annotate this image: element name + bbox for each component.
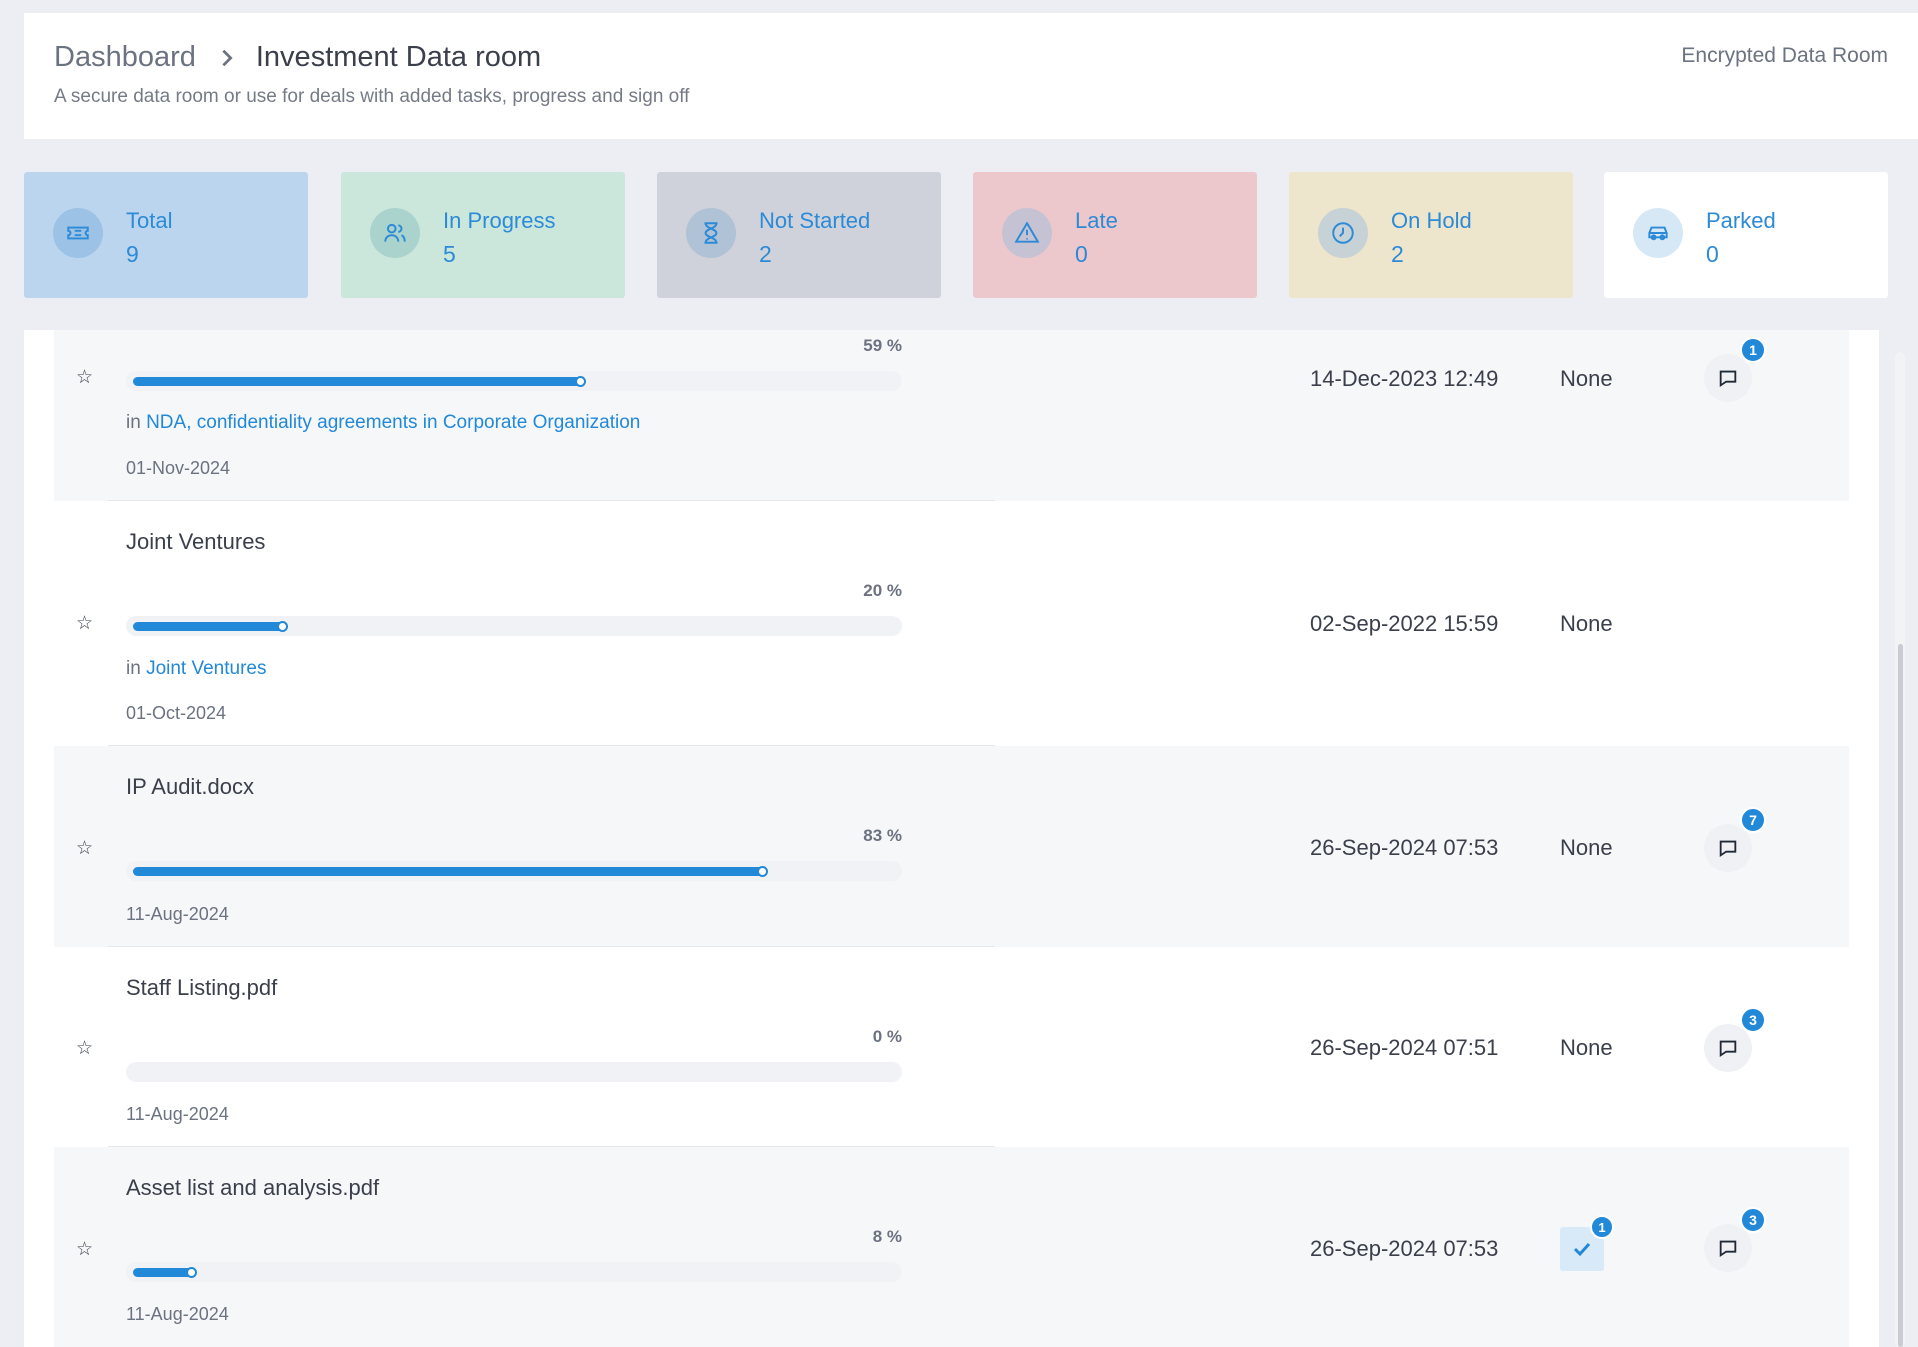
- hourglass-icon: [686, 208, 736, 258]
- stat-card-total[interactable]: Total 9: [24, 172, 308, 298]
- status-value: None: [1560, 366, 1613, 391]
- due-date: 11-Aug-2024: [126, 1104, 229, 1124]
- page-title: Investment Data room: [255, 41, 542, 73]
- approval-count-badge: 1: [1590, 1215, 1614, 1239]
- stat-card-late[interactable]: Late 0: [973, 172, 1257, 298]
- item-title[interactable]: Asset list and analysis.pdf: [126, 1175, 379, 1201]
- comment-icon: [1719, 1040, 1737, 1058]
- approval-button[interactable]: 1: [1560, 1215, 1614, 1271]
- progress-percent: 20 %: [863, 581, 902, 600]
- progress-percent: 59 %: [863, 336, 902, 355]
- page-subtitle: A secure data room or use for deals with…: [54, 86, 690, 107]
- item-title[interactable]: Staff Listing.pdf: [126, 975, 277, 1001]
- location-prefix: in: [126, 658, 141, 679]
- comments-button[interactable]: 3: [1704, 1007, 1766, 1072]
- location-link[interactable]: Joint Ventures: [146, 658, 266, 679]
- comment-icon: [1719, 1240, 1737, 1258]
- breadcrumb-dashboard-link[interactable]: Dashboard: [54, 41, 196, 74]
- users-icon: [370, 208, 420, 258]
- location-prefix: in: [126, 412, 141, 433]
- comment-count-badge: 1: [1740, 337, 1766, 363]
- list-item[interactable]: Staff Listing.pdf ☆ 0 % 11-Aug-2024 26-S…: [54, 947, 1849, 1147]
- progress-bar: [126, 1062, 902, 1082]
- star-icon[interactable]: ☆: [76, 837, 93, 860]
- progress-percent: 8 %: [872, 1227, 902, 1246]
- comments-button[interactable]: 3: [1704, 1207, 1766, 1272]
- stat-value: 0: [1706, 241, 1719, 267]
- comment-count-badge: 3: [1740, 1007, 1766, 1033]
- progress-fill: [133, 1267, 197, 1278]
- progress-bar: [126, 861, 902, 881]
- stat-label: Parked: [1706, 208, 1776, 233]
- document-list: ☆ 59 % in NDA, confidentiality agreement…: [24, 330, 1879, 1347]
- stat-value: 5: [443, 241, 456, 267]
- location-link[interactable]: NDA, confidentiality agreements in Corpo…: [146, 412, 640, 433]
- list-item[interactable]: ☆ 59 % in NDA, confidentiality agreement…: [54, 330, 1849, 501]
- comments-button[interactable]: 1: [1704, 337, 1766, 402]
- ticket-icon: [53, 208, 103, 258]
- page-header: Dashboard Investment Data room A secure …: [24, 13, 1918, 139]
- star-icon[interactable]: ☆: [76, 366, 93, 389]
- clock-icon: [1318, 208, 1368, 258]
- list-item[interactable]: Joint Ventures ☆ 20 % in Joint Ventures …: [54, 501, 1849, 746]
- progress-bar: [126, 371, 902, 391]
- progress-fill: [133, 376, 586, 387]
- stat-value: 2: [1391, 241, 1404, 267]
- progress-percent: 0 %: [872, 1027, 902, 1046]
- location-text: in NDA, confidentiality agreements in Co…: [126, 412, 640, 434]
- scrollbar-thumb[interactable]: [1898, 644, 1903, 1347]
- list-item[interactable]: IP Audit.docx ☆ 83 % 11-Aug-2024 26-Sep-…: [54, 746, 1849, 947]
- modified-date: 26-Sep-2024 07:53: [1310, 1236, 1499, 1261]
- stat-label: Total: [126, 208, 173, 233]
- list-item[interactable]: Asset list and analysis.pdf ☆ 8 % 11-Aug…: [54, 1147, 1849, 1347]
- breadcrumb: Dashboard Investment Data room: [54, 41, 541, 74]
- encrypted-data-room-label: Encrypted Data Room: [1681, 44, 1888, 67]
- status-value: None: [1560, 611, 1613, 636]
- car-icon: [1633, 208, 1683, 258]
- item-title[interactable]: IP Audit.docx: [126, 774, 254, 800]
- chevron-right-icon: [222, 49, 233, 66]
- modified-date: 14-Dec-2023 12:49: [1310, 366, 1499, 391]
- progress-bar: [126, 616, 902, 636]
- status-value: None: [1560, 1035, 1613, 1060]
- star-icon[interactable]: ☆: [76, 1238, 93, 1261]
- comment-count-badge: 7: [1740, 807, 1766, 833]
- stat-label: On Hold: [1391, 208, 1472, 233]
- stat-card-in-progress[interactable]: In Progress 5: [341, 172, 625, 298]
- progress-bar: [126, 1262, 902, 1282]
- stat-card-parked[interactable]: Parked 0: [1604, 172, 1888, 298]
- progress-percent: 83 %: [863, 826, 902, 845]
- due-date: 11-Aug-2024: [126, 904, 229, 924]
- due-date: 11-Aug-2024: [126, 1304, 229, 1324]
- stat-label: Not Started: [759, 208, 871, 233]
- modified-date: 26-Sep-2024 07:53: [1310, 835, 1499, 860]
- due-date: 01-Nov-2024: [126, 458, 231, 478]
- comment-count-badge: 3: [1740, 1207, 1766, 1233]
- star-icon[interactable]: ☆: [76, 612, 93, 635]
- due-date: 01-Oct-2024: [126, 703, 227, 723]
- item-title[interactable]: Joint Ventures: [126, 529, 265, 555]
- location-text: in Joint Ventures: [126, 658, 267, 680]
- modified-date: 26-Sep-2024 07:51: [1310, 1035, 1499, 1060]
- comments-button[interactable]: 7: [1704, 807, 1766, 872]
- stat-value: 2: [759, 241, 772, 267]
- stat-value: 9: [126, 241, 139, 267]
- comment-icon: [1719, 370, 1737, 388]
- star-icon[interactable]: ☆: [76, 1037, 93, 1060]
- comment-icon: [1719, 840, 1737, 858]
- stat-card-on-hold[interactable]: On Hold 2: [1289, 172, 1573, 298]
- stat-value: 0: [1075, 241, 1088, 267]
- modified-date: 02-Sep-2022 15:59: [1310, 611, 1499, 636]
- stat-label: Late: [1075, 208, 1118, 233]
- progress-fill: [133, 621, 288, 632]
- check-icon: [1573, 1242, 1591, 1257]
- status-value: None: [1560, 835, 1613, 860]
- progress-fill: [133, 866, 768, 877]
- stat-label: In Progress: [443, 208, 556, 233]
- stat-card-not-started[interactable]: Not Started 2: [657, 172, 941, 298]
- status-summary: Total 9 In Progress 5 Not Started 2 Late…: [24, 172, 1888, 298]
- warning-icon: [1002, 208, 1052, 258]
